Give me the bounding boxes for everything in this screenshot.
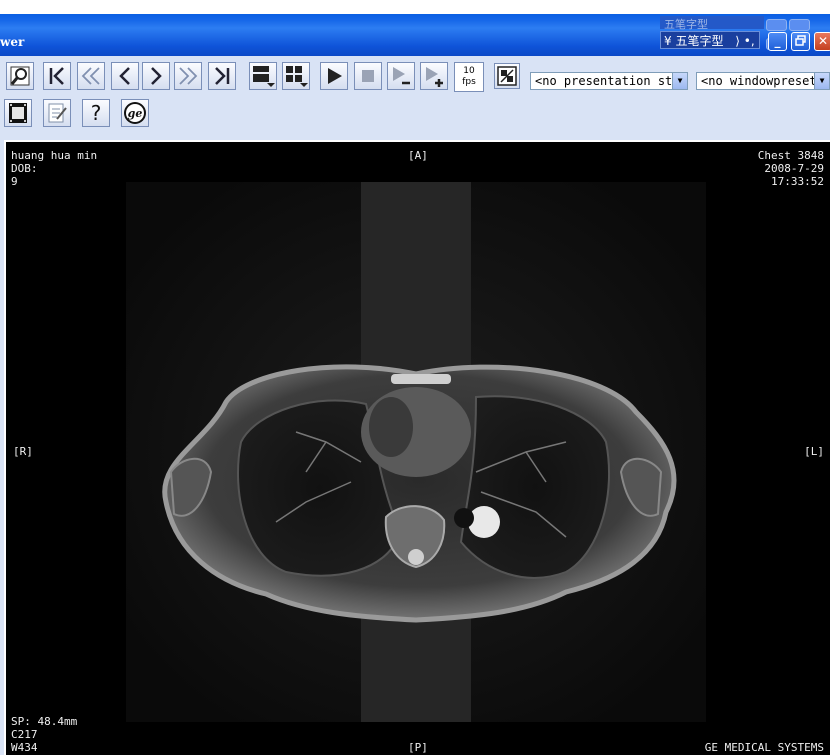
- help-icon: ?: [91, 102, 102, 124]
- patient-dob: DOB:: [11, 162, 38, 175]
- faster-icon: [426, 67, 443, 87]
- window-preset-value: <no windowpreset>: [701, 74, 824, 88]
- layout-grid-button[interactable]: [282, 62, 310, 90]
- ime-ghost-bar: 五笔字型: [660, 16, 764, 31]
- sync-icon: [497, 66, 517, 86]
- last-image-icon: [215, 67, 230, 85]
- chevron-down-icon: ▼: [672, 73, 687, 89]
- manufacturer-label: GE MEDICAL SYSTEMS: [704, 741, 824, 754]
- first-image-button[interactable]: [43, 62, 71, 90]
- presentation-state-select[interactable]: <no presentation st ▼: [530, 72, 688, 90]
- svg-text:?: ?: [91, 102, 102, 124]
- study-date: 2008-7-29: [764, 162, 824, 175]
- about-button[interactable]: ge: [121, 99, 149, 127]
- minimize-button[interactable]: _: [768, 32, 787, 51]
- orientation-anterior: [A]: [408, 149, 428, 162]
- slower-button[interactable]: [387, 62, 415, 90]
- slower-icon: [393, 67, 410, 85]
- stop-button[interactable]: [354, 62, 382, 90]
- chevron-down-icon: ▼: [814, 73, 829, 89]
- slice-position: SP: 48.4mm: [11, 715, 78, 728]
- ime-label: 五笔字型: [675, 34, 724, 48]
- maximize-button[interactable]: [791, 32, 810, 51]
- next-image-button[interactable]: [142, 62, 170, 90]
- series-number: 9: [11, 175, 18, 188]
- orientation-left: [L]: [804, 445, 824, 458]
- stop-icon: [362, 70, 374, 82]
- magnifier-button[interactable]: [6, 62, 34, 90]
- svg-text:ge: ge: [128, 107, 143, 120]
- presentation-state-value: <no presentation st: [535, 74, 673, 88]
- first-image-icon: [49, 67, 64, 85]
- window-width: W434: [11, 741, 38, 754]
- window-center: C217: [11, 728, 38, 741]
- fast-forward-button[interactable]: [174, 62, 202, 90]
- next-image-icon: [151, 67, 162, 85]
- window-preset-select[interactable]: <no windowpreset> ▼: [696, 72, 830, 90]
- film-button[interactable]: [4, 99, 32, 127]
- fast-back-icon: [81, 67, 100, 85]
- fast-forward-icon: [179, 67, 198, 85]
- play-icon: [328, 68, 342, 84]
- fps-value: 10: [463, 66, 475, 76]
- layout-rows-button[interactable]: [249, 62, 277, 90]
- orientation-posterior: [P]: [408, 741, 428, 754]
- sync-button[interactable]: [494, 63, 520, 89]
- title-bar: wer 五笔字型 ¥ 五笔字型 ⟩ •, _ ✕: [0, 0, 830, 56]
- fps-display[interactable]: 10 fps: [454, 62, 484, 92]
- orientation-right: [R]: [13, 445, 33, 458]
- mri-chest-image: [126, 182, 706, 722]
- last-image-button[interactable]: [208, 62, 236, 90]
- help-button[interactable]: ?: [82, 99, 110, 127]
- image-viewport[interactable]: huang hua min DOB: 9 [A] Chest 3848 2008…: [4, 140, 830, 755]
- close-button[interactable]: ✕: [814, 32, 830, 51]
- patient-name: huang hua min: [11, 149, 98, 162]
- report-button[interactable]: [43, 99, 71, 127]
- report-icon: [48, 103, 67, 123]
- study-description: Chest 3848: [757, 149, 824, 162]
- prev-image-button[interactable]: [111, 62, 139, 90]
- play-button[interactable]: [320, 62, 348, 90]
- window-title: wer: [0, 35, 25, 49]
- fast-back-button[interactable]: [77, 62, 105, 90]
- prev-image-icon: [119, 67, 130, 85]
- ime-symbols: ⟩ •,: [735, 34, 755, 48]
- ime-indicator[interactable]: ¥ 五笔字型 ⟩ •,: [660, 31, 760, 49]
- fps-unit: fps: [462, 77, 476, 87]
- layout-grid-icon: [286, 66, 308, 87]
- faster-button[interactable]: [420, 62, 448, 90]
- ge-logo-icon: ge: [124, 102, 146, 124]
- film-icon: [9, 103, 27, 123]
- layout-rows-icon: [253, 66, 275, 87]
- study-time: 17:33:52: [771, 175, 824, 188]
- magnifier-icon: [10, 66, 30, 86]
- ghost-window-buttons: [766, 16, 830, 50]
- ime-chevron-icon: ¥: [664, 34, 676, 48]
